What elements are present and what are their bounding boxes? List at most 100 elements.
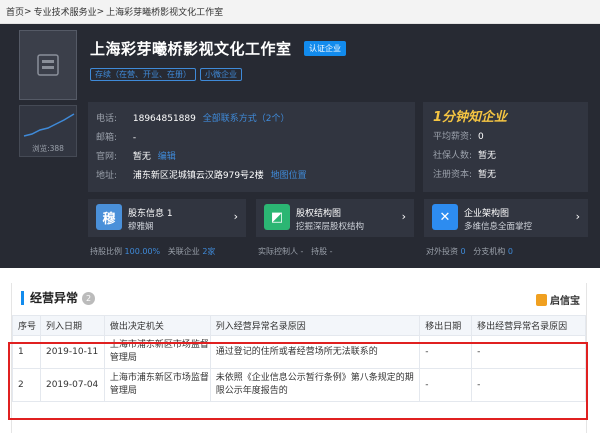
shareholder-card[interactable]: 穆 股东信息 1 穆雅娴 › [88,199,246,237]
salary-label: 平均薪资: [433,132,473,142]
phone-label: 电话: [96,114,118,124]
address-label: 地址: [96,171,118,181]
abnormal-operations-section: 经营异常 2 启信宝 序号 列入日期 做出决定机关 列入经营异常名录原因 移出日期… [11,283,587,433]
email-label: 邮箱: [96,133,118,143]
salary-value: 0 [478,132,484,142]
cell-remove-date: - [419,335,473,369]
company-logo [19,30,77,100]
cell-list-reason: 通过登记的住所或者经营场所无法联系的 [209,335,421,369]
qixinbao-logo-icon [536,294,547,306]
phone-row: 电话: 18964851889 全部联系方式（2个） [96,111,289,124]
org-structure-card[interactable]: ✕ 企业架构图 多维信息全面掌控 › [424,199,588,237]
capital-label: 注册资本: [433,170,473,180]
address-row: 地址: 浦东新区泥城镇云汉路979号2楼 地图位置 [96,168,307,181]
org-card-sub: 多维信息全面掌控 [464,222,533,232]
quick-facts-brand: 1分钟知企业 [433,110,508,125]
col-remove-date: 移出日期 [419,315,473,336]
shareholder-avatar-icon: 穆 [96,204,122,230]
status-tags: 存续（在营、开业、在册） 小微企业 [90,68,242,81]
related-companies-label: 关联企业 [167,247,200,256]
source-name: 启信宝 [550,296,580,307]
investment-label: 对外投资 [426,247,458,256]
cell-authority: 上海市浦东新区市场监督管理局 [103,368,211,402]
map-location-link[interactable]: 地图位置 [271,171,307,181]
breadcrumb-separator: > [96,6,105,17]
email-value: - [132,133,137,143]
website-label: 官网: [96,152,118,162]
insured-label: 社保人数: [433,151,473,161]
col-index: 序号 [12,315,41,336]
quick-facts-panel: 1分钟知企业 平均薪资: 0 社保人数: 暂无 注册资本: 暂无 [423,102,588,192]
certified-badge[interactable]: 认证企业 [304,41,346,56]
shareholder-card-sub: 穆雅娴 [128,222,154,232]
investment-footer: 对外投资 0 分支机构 0 [426,246,513,257]
contact-panel: 电话: 18964851889 全部联系方式（2个） 邮箱: - 官网: 暂无 … [88,102,415,192]
breadcrumb-home[interactable]: 首页 [6,5,24,18]
phone-value: 18964851889 [132,114,196,124]
shareholder-card-title: 股东信息 1 [128,209,173,219]
cell-remove-reason: - [471,368,586,402]
abnormal-table: 序号 列入日期 做出决定机关 列入经营异常名录原因 移出日期 移出经营异常名录原… [12,315,586,402]
shareholding-footer: 持股比例 100.00% 关联企业 2家 [90,246,215,257]
equity-chart-icon: ◩ [264,204,290,230]
capital-row: 注册资本: 暂无 [433,167,496,180]
company-header: 首页 > 专业技术服务业 > 上海彩芽曦桥影视文化工作室 上海彩芽曦桥影视文化工… [0,0,600,268]
holding-label: 持股 - [311,247,333,256]
insured-value: 暂无 [478,151,497,161]
related-companies-value[interactable]: 2家 [202,247,215,256]
cell-index: 2 [12,368,41,402]
breadcrumb: 首页 > 专业技术服务业 > 上海彩芽曦桥影视文化工作室 [0,0,600,24]
table-row: 2 2019-07-04 上海市浦东新区市场监督管理局 未依照《企业信息公示暂行… [12,368,586,402]
col-list-date: 列入日期 [39,315,105,336]
chevron-right-icon: › [575,210,580,223]
cell-authority: 上海市浦东新区市场监督管理局 [103,335,211,369]
cell-remove-reason: - [471,335,586,369]
email-row: 邮箱: - [96,130,136,143]
all-contacts-link[interactable]: 全部联系方式（2个） [203,114,290,124]
address-value: 浦东新区泥城镇云汉路979号2楼 [132,171,264,181]
section-title: 经营异常 2 [21,291,96,305]
record-count-badge: 2 [82,292,96,305]
trend-thumbnail[interactable]: 浏览:388 [19,105,77,157]
cell-remove-date: - [419,368,473,402]
website-value: 暂无 [132,152,151,162]
cell-list-date: 2019-07-04 [39,368,105,402]
trend-line-icon [23,113,75,137]
controller-label: 实际控制人 - [258,247,304,256]
section-title-text: 经营异常 [30,291,79,305]
org-network-icon: ✕ [432,204,458,230]
branches-label: 分支机构 [473,247,506,256]
status-tag-small: 小微企业 [200,68,242,81]
branches-value: 0 [507,247,513,256]
edit-website-link[interactable]: 编辑 [158,152,176,162]
breadcrumb-separator: > [24,6,32,17]
breadcrumb-industry[interactable]: 专业技术服务业 [34,5,97,18]
cell-list-date: 2019-10-11 [39,335,105,369]
share-ratio-label: 持股比例 [90,247,122,256]
table-header-row: 序号 列入日期 做出决定机关 列入经营异常名录原因 移出日期 移出经营异常名录原… [12,315,586,336]
col-authority: 做出决定机关 [103,315,211,336]
views-count: 浏览:388 [32,144,64,153]
cell-list-reason: 未依照《企业信息公示暂行条例》第八条规定的期限公示年度报告的 [209,368,421,402]
chevron-right-icon: › [233,210,238,223]
equity-card-title: 股权结构图 [296,209,342,219]
investment-value: 0 [460,247,466,256]
equity-structure-card[interactable]: ◩ 股权结构图 挖掘深层股权结构 › [256,199,414,237]
share-ratio-value: 100.00% [124,247,161,256]
chevron-right-icon: › [401,210,406,223]
org-card-title: 企业架构图 [464,209,510,219]
capital-value: 暂无 [478,170,497,180]
company-name: 上海彩芽曦桥影视文化工作室 [90,40,292,58]
insured-row: 社保人数: 暂无 [433,148,496,161]
equity-card-sub: 挖掘深层股权结构 [296,222,365,232]
salary-row: 平均薪资: 0 [433,129,484,142]
col-remove-reason: 移出经营异常名录原因 [471,315,586,336]
building-icon [37,54,59,76]
table-row: 1 2019-10-11 上海市浦东新区市场监督管理局 通过登记的住所或者经营场… [12,335,586,369]
website-row: 官网: 暂无 编辑 [96,149,176,162]
breadcrumb-current: 上海彩芽曦桥影视文化工作室 [106,8,224,18]
col-list-reason: 列入经营异常名录原因 [209,315,421,336]
source-logo: 启信宝 [536,292,580,307]
controller-footer: 实际控制人 - 持股 - [258,246,333,257]
status-tag-operating: 存续（在营、开业、在册） [90,68,196,81]
